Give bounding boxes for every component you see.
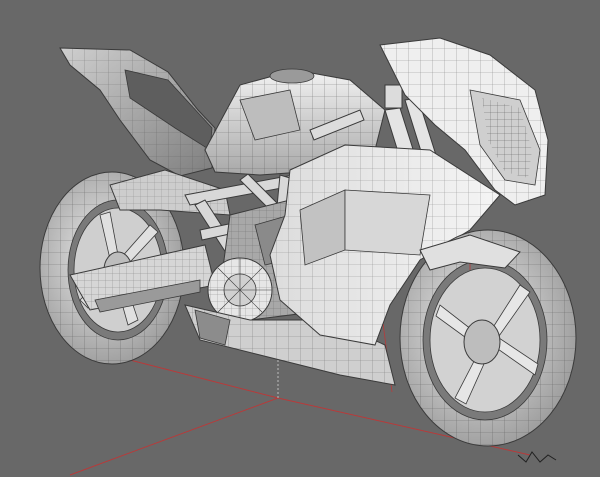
scene-canvas[interactable]: [0, 0, 600, 477]
tail-seat[interactable]: [59, 47, 216, 177]
3d-viewport[interactable]: [0, 0, 600, 477]
